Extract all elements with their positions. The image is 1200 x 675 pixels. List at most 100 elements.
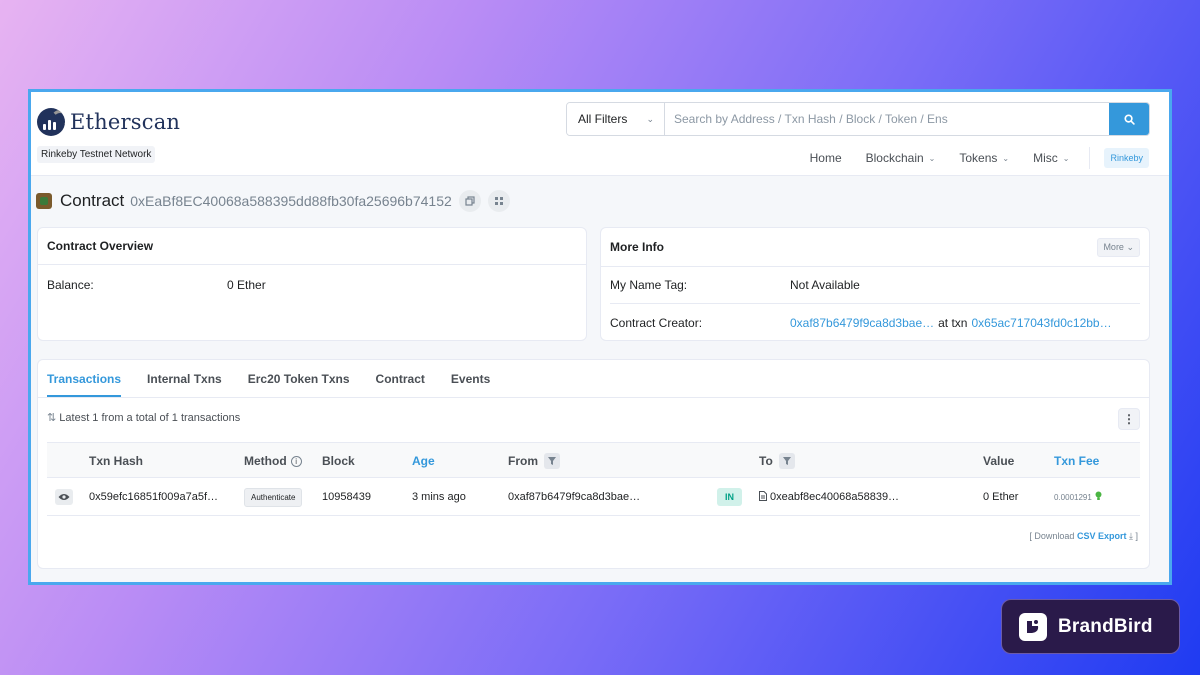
value-cell: 0 Ether: [983, 491, 1019, 503]
download-icon[interactable]: ⤓: [1129, 531, 1133, 541]
col-method: Method i: [244, 443, 302, 479]
from-address-link[interactable]: 0xaf87b6479f9ca8d3bae…: [508, 478, 640, 516]
view-details-button[interactable]: [55, 478, 73, 516]
brandbird-text: BrandBird: [1058, 615, 1153, 637]
network-label: Rinkeby Testnet Network: [37, 146, 156, 163]
tab-contract[interactable]: Contract: [376, 372, 425, 397]
filter-select[interactable]: All Filters ⌄: [567, 103, 665, 135]
method-badge: Authenticate: [244, 487, 303, 507]
eye-icon: [55, 489, 73, 505]
search-input[interactable]: [665, 103, 1109, 135]
name-tag-value: Not Available: [790, 278, 860, 292]
method-badge-cell: Authenticate: [244, 478, 303, 516]
transactions-summary-text: Latest 1 from a total of 1 transactions: [59, 412, 241, 424]
search-bar: All Filters ⌄: [566, 102, 1150, 136]
contract-overview-card: Contract Overview Balance: 0 Ether: [37, 227, 587, 341]
more-info-header: More Info More ⌄: [601, 228, 1149, 267]
download-csv: [ Download CSV Export ⤓ ]: [1029, 531, 1138, 542]
more-dropdown-button[interactable]: More ⌄: [1097, 237, 1140, 257]
txn-hash-link[interactable]: 0x59efc16851f009a7a5f…: [89, 478, 218, 516]
balance-label: Balance:: [47, 278, 94, 292]
csv-export-link[interactable]: CSV Export: [1077, 531, 1127, 541]
txn-fee-cell: 0.0001291: [1054, 478, 1102, 516]
direction-in-badge: IN: [717, 488, 742, 506]
nav-home-label: Home: [809, 151, 842, 165]
more-options-button[interactable]: ⋮: [1118, 408, 1140, 430]
browser-frame: Etherscan Rinkeby Testnet Network All Fi…: [28, 89, 1172, 585]
copy-icon: [465, 196, 475, 206]
logo-text: Etherscan: [70, 110, 181, 134]
table-row: 0x59efc16851f009a7a5f… Authenticate 1095…: [47, 478, 1140, 516]
qr-code-button[interactable]: [487, 190, 510, 212]
chevron-down-icon: ⌄: [1002, 153, 1010, 163]
col-value: Value: [983, 454, 1015, 468]
filter-icon[interactable]: [778, 453, 795, 469]
more-button-label: More: [1103, 241, 1124, 252]
col-from-label: From: [508, 454, 538, 468]
contract-overview-title: Contract Overview: [47, 239, 154, 253]
block-link[interactable]: 10958439: [322, 478, 371, 516]
tab-bar: Transactions Internal Txns Erc20 Token T…: [38, 360, 1149, 398]
col-method-label: Method: [244, 454, 287, 468]
col-to: To: [759, 443, 795, 479]
chevron-down-icon: ⌄: [928, 153, 936, 163]
etherscan-logo-icon: [37, 108, 65, 136]
transactions-summary: ⇅ Latest 1 from a total of 1 transaction…: [47, 411, 240, 424]
direction-cell: IN: [717, 478, 742, 516]
filter-icon[interactable]: [544, 453, 560, 469]
contract-overview-header: Contract Overview: [38, 228, 586, 265]
at-txn-label: at txn: [938, 315, 968, 330]
file-icon: [759, 490, 767, 504]
qr-code-icon: [494, 197, 503, 205]
nav-tokens-label: Tokens: [959, 151, 998, 165]
info-icon[interactable]: i: [290, 455, 302, 467]
to-address-cell: 0xeabf8ec40068a58839…: [759, 478, 899, 516]
col-txn-hash: Txn Hash: [89, 454, 144, 468]
creator-address-link[interactable]: 0xaf87b6479f9ca8d3bae…: [790, 316, 934, 330]
tab-internal-txns[interactable]: Internal Txns: [147, 372, 222, 397]
brandbird-badge: BrandBird: [1001, 599, 1180, 654]
contract-avatar-icon: [36, 193, 52, 209]
search-icon: [1123, 113, 1135, 125]
balance-row: Balance: 0 Ether: [38, 265, 586, 305]
tab-transactions[interactable]: Transactions: [47, 372, 122, 397]
transactions-card: Transactions Internal Txns Erc20 Token T…: [37, 359, 1150, 569]
to-address-text: 0xeabf8ec40068a58839…: [770, 491, 900, 503]
tab-erc20-token-txns[interactable]: Erc20 Token Txns: [248, 372, 350, 397]
col-age[interactable]: Age: [412, 443, 435, 479]
filter-select-label: All Filters: [578, 112, 628, 126]
age-value: 3 mins ago: [412, 491, 466, 503]
col-to-label: To: [759, 454, 773, 468]
nav-misc-label: Misc: [1033, 151, 1058, 165]
gas-bulb-icon: [1095, 491, 1102, 504]
creator-txn-link[interactable]: 0x65ac717043fd0c12bb…: [971, 316, 1111, 330]
copy-address-button[interactable]: [458, 190, 481, 212]
nav-misc[interactable]: Misc ⌄: [1033, 151, 1069, 165]
balance-value: 0 Ether: [227, 278, 266, 292]
brandbird-logo-icon: [1019, 612, 1047, 641]
chevron-down-icon: ⌄: [646, 113, 654, 124]
page-title: Contract: [60, 191, 125, 210]
col-block: Block: [322, 454, 355, 468]
main-nav: Home Blockchain ⌄ Tokens ⌄ Misc ⌄ Rinkeby: [786, 147, 1149, 169]
more-info-title: More Info: [610, 240, 664, 254]
table-header: Txn Hash Method i Block Age From To Value…: [47, 442, 1140, 478]
col-from: From: [508, 443, 560, 479]
nav-tokens[interactable]: Tokens ⌄: [959, 151, 1009, 165]
sort-icon: ⇅: [47, 412, 57, 424]
col-txn-fee[interactable]: Txn Fee: [1054, 443, 1099, 479]
nav-blockchain-label: Blockchain: [865, 151, 924, 165]
etherscan-logo[interactable]: Etherscan: [37, 108, 180, 136]
chevron-down-icon: ⌄: [1062, 153, 1070, 163]
download-suffix: ]: [1135, 531, 1138, 541]
txn-fee-value: 0.0001291: [1054, 492, 1092, 502]
network-switch-button[interactable]: Rinkeby: [1104, 148, 1149, 168]
search-button[interactable]: [1109, 103, 1149, 135]
site-header: Etherscan Rinkeby Testnet Network All Fi…: [31, 92, 1169, 176]
nav-divider: [1089, 147, 1091, 169]
nav-blockchain[interactable]: Blockchain ⌄: [866, 151, 936, 165]
tab-events[interactable]: Events: [451, 372, 490, 397]
contract-title-row: Contract 0xEaBf8EC40068a588395dd88fb30fa…: [36, 190, 510, 212]
nav-home[interactable]: Home: [810, 151, 842, 165]
contract-address: 0xEaBf8EC40068a588395dd88fb30fa25696b741…: [130, 193, 452, 209]
